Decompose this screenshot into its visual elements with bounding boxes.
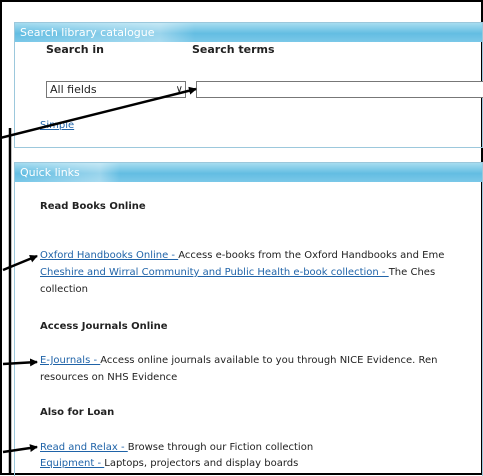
oxford-handbooks-link[interactable]: Oxford Handbooks Online - — [40, 250, 178, 261]
equipment-link[interactable]: Equipment - — [40, 458, 104, 469]
search-panel-header: Search library catalogue — [15, 23, 482, 42]
search-terms-input[interactable] — [196, 81, 483, 98]
quick-links-header: Quick links — [15, 163, 482, 182]
list-item-oxford-handbooks: Oxford Handbooks Online - Access e-books… — [40, 250, 444, 261]
oxford-handbooks-desc: Access e-books from the Oxford Handbooks… — [178, 250, 445, 261]
search-panel-title: Search library catalogue — [20, 23, 195, 42]
section-title-loan: Also for Loan — [40, 407, 115, 418]
quick-links-title: Quick links — [20, 163, 120, 182]
ejournals-continued: resources on NHS Evidence — [40, 372, 178, 383]
search-terms-label: Search terms — [192, 43, 275, 56]
simple-search-link[interactable]: Simple — [40, 120, 74, 131]
cheshire-wirral-continued: collection — [40, 284, 88, 295]
ejournals-desc: Access online journals available to you … — [100, 355, 438, 366]
equipment-desc: Laptops, projectors and display boards — [104, 458, 299, 469]
list-item-read-relax: Read and Relax - Browse through our Fict… — [40, 442, 313, 453]
search-field-select[interactable]: All fields ∨ — [46, 81, 186, 98]
search-field-value: All fields — [50, 83, 97, 96]
cheshire-wirral-desc: The Ches — [388, 267, 436, 278]
read-relax-link[interactable]: Read and Relax - — [40, 442, 128, 453]
ejournals-link[interactable]: E-Journals - — [40, 355, 100, 366]
list-item-equipment: Equipment - Laptops, projectors and disp… — [40, 458, 298, 469]
list-item-ejournals: E-Journals - Access online journals avai… — [40, 355, 437, 366]
section-title-journals: Access Journals Online — [40, 321, 168, 332]
chevron-down-icon: ∨ — [175, 84, 183, 95]
list-item-cheshire-wirral: Cheshire and Wirral Community and Public… — [40, 267, 435, 278]
section-title-read-books: Read Books Online — [40, 201, 146, 212]
search-in-label: Search in — [46, 43, 105, 56]
cheshire-wirral-link[interactable]: Cheshire and Wirral Community and Public… — [40, 267, 389, 278]
read-relax-desc: Browse through our Fiction collection — [127, 442, 314, 453]
